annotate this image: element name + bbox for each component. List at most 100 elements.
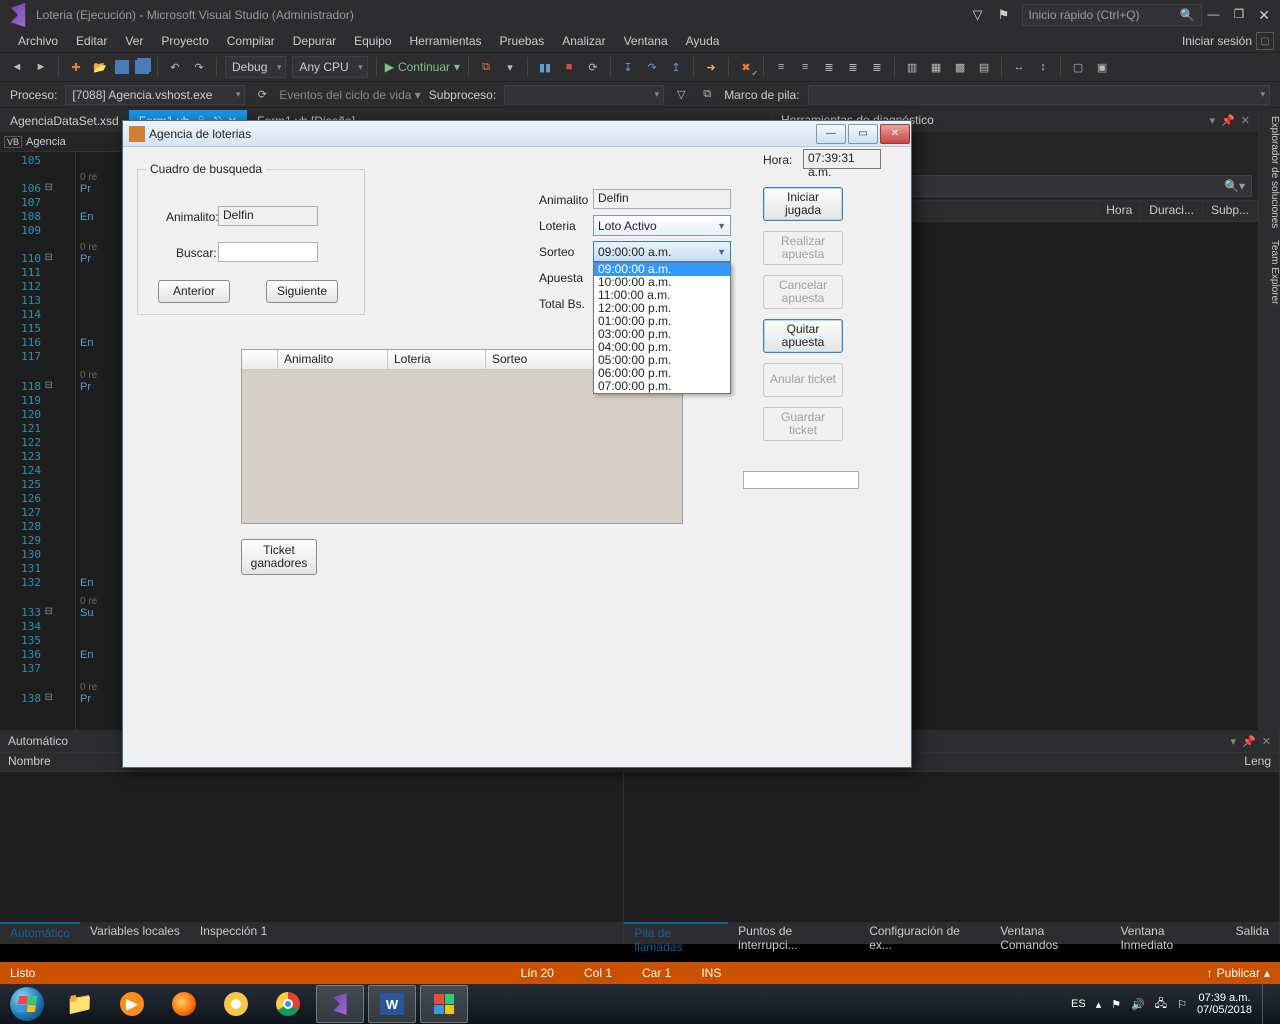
window-titlebar[interactable]: Agencia de loterias — ▭ ✕ [123, 121, 911, 147]
platform-combo[interactable]: Any CPU [292, 56, 367, 78]
minimize-icon[interactable]: — [1208, 7, 1220, 24]
lifecycle-label[interactable]: Eventos del ciclo de vida ▾ [279, 88, 420, 102]
minimize-button[interactable]: — [816, 124, 846, 144]
thread-combo[interactable] [504, 85, 664, 105]
nav-back-icon[interactable]: ◄ [8, 58, 26, 76]
start-button[interactable] [0, 984, 54, 1024]
step-into-icon[interactable]: ↧ [619, 58, 637, 76]
anterior-button[interactable]: Anterior [158, 280, 230, 303]
col-leng[interactable]: Leng [1236, 753, 1279, 771]
buscar-input[interactable] [218, 242, 318, 262]
maximize-button[interactable]: ▭ [848, 124, 878, 144]
step-out-icon[interactable]: ↥ [667, 58, 685, 76]
pin-icon[interactable]: 📌 [1242, 735, 1256, 748]
menu-archivo[interactable]: Archivo [10, 32, 66, 50]
tab-automatico[interactable]: Automático [0, 922, 80, 944]
show-next-icon[interactable]: ➜ [702, 58, 720, 76]
tray-up-icon[interactable]: ▴ [1096, 998, 1102, 1011]
chrome-canary-icon[interactable] [212, 985, 260, 1023]
menu-pruebas[interactable]: Pruebas [492, 32, 553, 50]
layout3-icon[interactable]: ▩ [951, 58, 969, 76]
nav-fwd-icon[interactable]: ► [32, 58, 50, 76]
avatar-icon[interactable]: ▢ [1256, 32, 1274, 50]
close-panel-icon[interactable]: ✕ [1241, 114, 1250, 127]
restore-icon[interactable]: ❐ [1234, 7, 1245, 24]
quick-launch-input[interactable]: Inicio rápido (Ctrl+Q) 🔍 [1022, 4, 1202, 26]
menu-editar[interactable]: Editar [68, 32, 115, 50]
restart-icon[interactable]: ⟳ [584, 58, 602, 76]
firefox-icon[interactable] [160, 985, 208, 1023]
stackframe-combo[interactable] [808, 85, 1270, 105]
threads-icon[interactable]: ⧉ [698, 86, 716, 104]
extra-field[interactable] [743, 471, 859, 489]
tab-locales[interactable]: Variables locales [80, 922, 190, 944]
tab-breakpoints[interactable]: Puntos de interrupci... [728, 922, 859, 944]
siguiente-button[interactable]: Siguiente [266, 280, 338, 303]
align2-icon[interactable]: ≣ [844, 58, 862, 76]
lifecycle-icon[interactable]: ⟳ [253, 86, 271, 104]
tab-dataset[interactable]: AgenciaDataSet.xsd [0, 110, 129, 132]
sorteo-option[interactable]: 07:00:00 p.m. [594, 380, 730, 393]
sorteo-dropdown-list[interactable]: 09:00:00 a.m. 10:00:00 a.m. 11:00:00 a.m… [593, 262, 731, 394]
quitar-button[interactable]: Quitar apuesta [763, 319, 843, 353]
continue-button[interactable]: ▶ Continuar ▾ [385, 60, 460, 74]
save-icon[interactable] [115, 60, 129, 74]
winforms-app-icon[interactable] [420, 985, 468, 1023]
chrome-icon[interactable] [264, 985, 312, 1023]
menu-herramientas[interactable]: Herramientas [402, 32, 490, 50]
close-panel-icon[interactable]: ✕ [1262, 735, 1271, 748]
redo-icon[interactable]: ↷ [190, 58, 208, 76]
indent-right-icon[interactable]: ≡ [796, 58, 814, 76]
config-combo[interactable]: Debug [225, 56, 286, 78]
publish-button[interactable]: ↑ Publicar ▴ [1207, 966, 1270, 980]
indent-left-icon[interactable]: ≡ [772, 58, 790, 76]
tab-pila[interactable]: Pila de llamadas [624, 922, 728, 944]
menu-ayuda[interactable]: Ayuda [678, 32, 728, 50]
sorteo-combo[interactable]: 09:00:00 a.m.▼ [593, 241, 731, 262]
loteria-combo[interactable]: Loto Activo▼ [593, 215, 731, 236]
iniciar-button[interactable]: Iniciar jugada [763, 187, 843, 221]
visual-studio-icon[interactable] [316, 985, 364, 1023]
filter-icon[interactable]: ▽ [672, 86, 690, 104]
menu-ventana[interactable]: Ventana [616, 32, 676, 50]
notifications-icon[interactable]: ▽ [970, 7, 986, 23]
pin-icon[interactable]: 📌 [1221, 114, 1235, 127]
tab-comandos[interactable]: Ventana Comandos [990, 922, 1110, 944]
solution-explorer-tab[interactable]: Explorador de soluciones [1259, 116, 1280, 228]
network-icon[interactable]: 🖧 [1155, 995, 1167, 1014]
menu-analizar[interactable]: Analizar [554, 32, 613, 50]
menu-equipo[interactable]: Equipo [346, 32, 399, 50]
team-explorer-tab[interactable]: Team Explorer [1259, 240, 1280, 304]
new-project-icon[interactable]: ✚ [67, 58, 85, 76]
step-over-icon[interactable]: ↷ [643, 58, 661, 76]
col-loteria[interactable]: Loteria [388, 350, 486, 370]
menu-compilar[interactable]: Compilar [219, 32, 283, 50]
tab-exconfig[interactable]: Configuración de ex... [859, 922, 990, 944]
ticket-ganadores-button[interactable]: Ticket ganadores [241, 539, 317, 575]
snap2-icon[interactable]: ▣ [1093, 58, 1111, 76]
open-icon[interactable]: 📂 [91, 58, 109, 76]
menu-proyecto[interactable]: Proyecto [153, 32, 216, 50]
clock[interactable]: 07:39 a.m. 07/05/2018 [1197, 992, 1252, 1016]
menu-ver[interactable]: Ver [117, 32, 151, 50]
break-all-icon[interactable]: ⧉ [477, 58, 495, 76]
tab-inmediato[interactable]: Ventana Inmediato [1110, 922, 1225, 944]
scope-combo[interactable]: Agencia [26, 136, 66, 148]
media-player-icon[interactable]: ▶ [108, 985, 156, 1023]
toggle-icon[interactable]: ✖✔ [737, 58, 755, 76]
show-desktop-button[interactable] [1262, 984, 1274, 1024]
close-button[interactable]: ✕ [880, 124, 910, 144]
menu-depurar[interactable]: Depurar [285, 32, 344, 50]
tab-salida[interactable]: Salida [1226, 922, 1279, 944]
col-nombre[interactable]: Nombre [0, 753, 59, 771]
process-combo[interactable]: [7088] Agencia.vshost.exe [65, 85, 245, 105]
layout2-icon[interactable]: ▦ [927, 58, 945, 76]
volume-icon[interactable]: 🔊 [1131, 998, 1145, 1011]
align3-icon[interactable]: ≣ [868, 58, 886, 76]
col-animalito[interactable]: Animalito [278, 350, 388, 370]
dropdown-icon[interactable]: ▾ [1231, 735, 1237, 748]
feedback-icon[interactable]: ⚑ [996, 7, 1012, 23]
explorer-icon[interactable]: 📁 [56, 985, 104, 1023]
signin-link[interactable]: Iniciar sesión [1182, 34, 1252, 48]
close-icon[interactable]: ✕ [1258, 7, 1270, 24]
